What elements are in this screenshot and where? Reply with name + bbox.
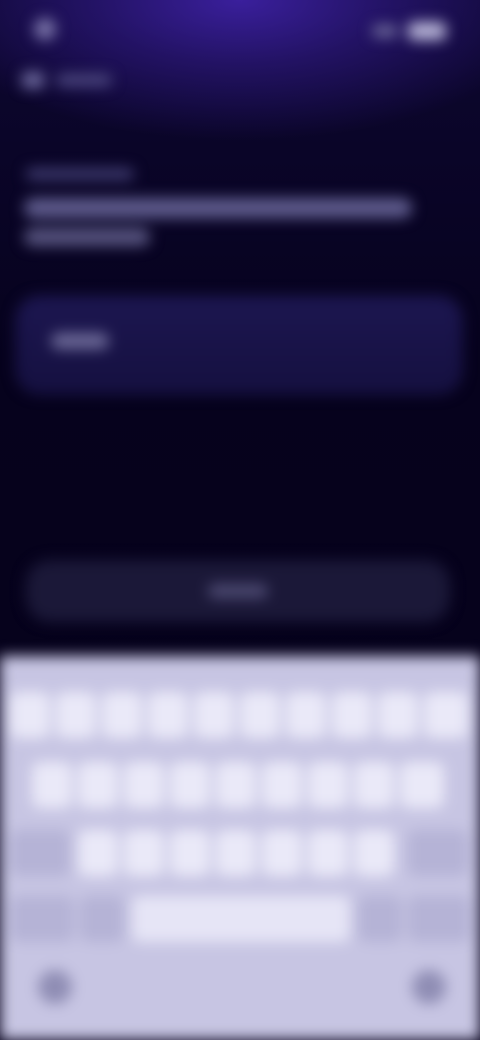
key-r[interactable] xyxy=(148,692,188,738)
key-s[interactable] xyxy=(78,762,118,808)
key-q[interactable] xyxy=(10,692,50,738)
space-key[interactable] xyxy=(132,896,350,942)
keyboard-bottom-bar xyxy=(0,950,480,1040)
key-v[interactable] xyxy=(216,830,256,876)
key-l[interactable] xyxy=(400,762,444,808)
status-bar xyxy=(0,0,480,60)
status-right xyxy=(372,22,446,40)
period-key[interactable] xyxy=(358,896,402,942)
back-button[interactable] xyxy=(22,72,112,88)
status-left xyxy=(34,18,66,40)
numbers-key[interactable] xyxy=(10,896,74,942)
camera-dot-icon xyxy=(34,18,56,40)
key-w[interactable] xyxy=(56,692,96,738)
key-t[interactable] xyxy=(194,692,234,738)
continue-button[interactable] xyxy=(26,560,450,622)
arrow-left-icon xyxy=(22,72,44,88)
key-z[interactable] xyxy=(78,830,118,876)
signal-icon xyxy=(372,25,398,37)
app-screen xyxy=(0,0,480,1040)
key-g[interactable] xyxy=(216,762,256,808)
key-x[interactable] xyxy=(124,830,164,876)
battery-icon xyxy=(408,22,446,40)
key-n[interactable] xyxy=(308,830,348,876)
key-y[interactable] xyxy=(240,692,280,738)
key-h[interactable] xyxy=(262,762,302,808)
continue-button-label xyxy=(208,584,268,598)
section-label xyxy=(26,168,134,180)
key-e[interactable] xyxy=(102,692,142,738)
backspace-key[interactable] xyxy=(408,830,468,876)
key-j[interactable] xyxy=(308,762,348,808)
input-value xyxy=(51,333,109,349)
key-u[interactable] xyxy=(286,692,326,738)
mic-icon[interactable] xyxy=(412,970,446,1004)
enter-key[interactable] xyxy=(408,896,470,942)
page-title-line-2 xyxy=(24,228,150,246)
key-o[interactable] xyxy=(378,692,418,738)
back-label xyxy=(56,74,112,86)
key-c[interactable] xyxy=(170,830,210,876)
key-b[interactable] xyxy=(262,830,302,876)
key-k[interactable] xyxy=(354,762,394,808)
text-input[interactable] xyxy=(16,296,462,394)
key-m[interactable] xyxy=(354,830,394,876)
key-p[interactable] xyxy=(424,692,468,738)
comma-key[interactable] xyxy=(80,896,124,942)
shift-key[interactable] xyxy=(10,830,70,876)
keyboard-hide-icon[interactable] xyxy=(38,970,72,1004)
key-f[interactable] xyxy=(170,762,210,808)
key-d[interactable] xyxy=(124,762,164,808)
key-a[interactable] xyxy=(32,762,72,808)
page-title-line-1 xyxy=(24,198,412,218)
key-i[interactable] xyxy=(332,692,372,738)
